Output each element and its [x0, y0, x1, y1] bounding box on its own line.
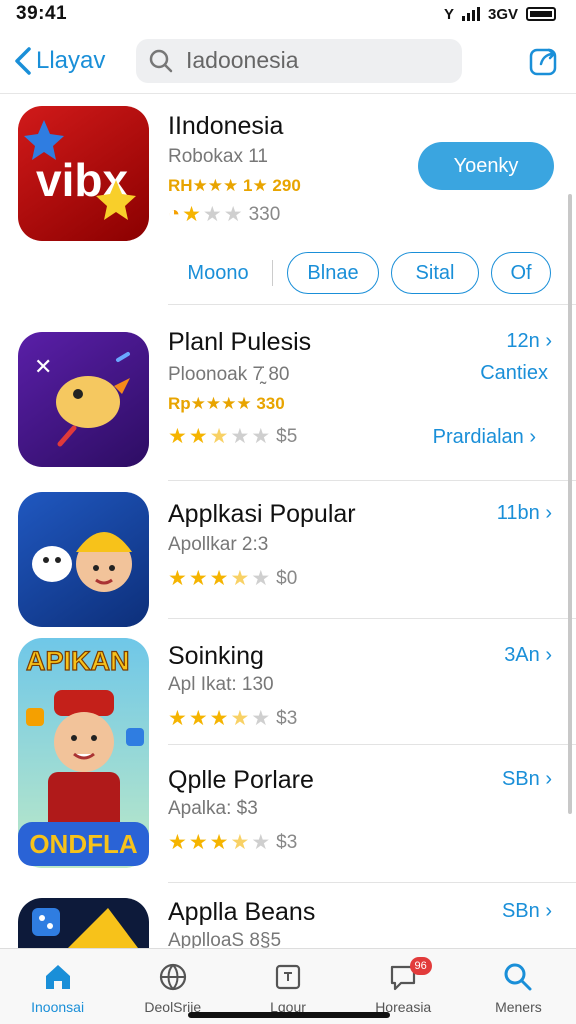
carrier-text: Y — [443, 5, 454, 23]
chip-plain[interactable]: Moono — [168, 262, 268, 285]
svg-text:✕: ✕ — [34, 355, 52, 380]
app-subtitle: Apalka: $3 — [168, 798, 258, 819]
back-button[interactable]: Llayav — [12, 46, 136, 76]
dark-game-icon — [18, 898, 149, 948]
status-time: 39:41 — [16, 3, 68, 24]
home-icon — [45, 965, 70, 989]
square-icon — [275, 964, 301, 990]
rating-value: $0 — [276, 567, 298, 589]
star-rating: ★ ★ ★ ★ ★ $3 — [168, 707, 298, 730]
tab-label: Inoonsai — [31, 999, 85, 1015]
chevron-left-icon — [15, 46, 31, 75]
app-title: IIndonesia — [168, 112, 284, 140]
signal-icon — [461, 7, 480, 21]
app-list[interactable]: vibx IIndonesia Robokax 11 RH★★★ 1★ 290 … — [0, 94, 576, 948]
app-size-link[interactable]: SBn › — [502, 768, 552, 791]
app-row[interactable]: Applkasi Popular Apollkar 2:3 ★ ★ ★ ★ ★ $0 1… — [0, 492, 576, 627]
app-link[interactable]: Cantiex — [480, 362, 548, 385]
chip-of[interactable]: Of — [491, 252, 551, 294]
rating-value: $3 — [276, 831, 298, 853]
app-title: Applkasi Popular — [168, 500, 356, 528]
divider — [168, 882, 576, 883]
cartoon-characters-icon — [18, 492, 149, 627]
divider — [168, 744, 576, 745]
app-row[interactable]: ✕ Planl Pulesis Ploonoak 7̰̇ 80 Rp★★★★ 3… — [0, 328, 576, 472]
app-title: Qplle Porlare — [168, 766, 314, 794]
app-row[interactable]: Applla Beans ApplloaS 8§5 SBn › — [0, 898, 576, 948]
status-indicators: Y 3GV — [444, 6, 556, 23]
home-indicator — [188, 1012, 390, 1018]
tab-label: Meners — [495, 999, 542, 1015]
app-title: Applla Beans — [168, 898, 316, 926]
search-field[interactable] — [136, 38, 462, 83]
star-rating: ★ ★ ★ ★ ★ $5 — [168, 425, 298, 448]
app-subtitle: Apl Ikat: 130 — [168, 674, 274, 695]
share-icon — [529, 48, 557, 75]
featured-app[interactable]: vibx IIndonesia Robokax 11 RH★★★ 1★ 290 … — [0, 106, 576, 306]
search-icon — [149, 49, 173, 72]
rating-value: 330 — [248, 203, 281, 225]
battery-icon — [526, 7, 556, 21]
rating-badge-icon: ◔ — [168, 203, 181, 225]
ondfla-label: ONDFLA — [18, 822, 149, 866]
search-input[interactable] — [186, 47, 446, 74]
chip-sital[interactable]: Sital — [391, 252, 479, 294]
rating-value: $5 — [276, 425, 298, 447]
get-button[interactable]: Yoenky — [418, 142, 554, 190]
app-subtitle: Ploonoak 7̰̇ 80 — [168, 364, 290, 385]
star-rating: ★ ★ ★ ★ ★ $3 — [168, 831, 298, 854]
cartoon-bird-icon: ✕ — [18, 332, 149, 467]
vibx-star-icon: vibx — [18, 106, 149, 241]
app-title: Planl Pulesis — [168, 328, 312, 356]
tab-home[interactable]: Inoonsai — [0, 949, 115, 1024]
divider — [168, 304, 576, 305]
chip-blnae[interactable]: Blnae — [287, 252, 379, 294]
scrollbar[interactable] — [568, 194, 572, 814]
app-size-link[interactable]: 3An › — [504, 644, 552, 667]
app-size-link[interactable]: SBn › — [502, 900, 552, 923]
star-rating: ★ ★ ★ ★ ★ $0 — [168, 567, 298, 590]
app-subtitle: ApplloaS 8§5 — [168, 930, 282, 948]
app-subtitle: Robokax 11 — [168, 146, 268, 167]
app-size-link[interactable]: 12n › — [506, 330, 552, 353]
tab-bar: Inoonsai DeolSriie Lqour 96 Horeasia Men… — [0, 948, 576, 1024]
app-rank: RH★★★ 1★ 290 — [168, 176, 301, 195]
app-link-secondary[interactable]: Prardialan › — [433, 426, 536, 449]
status-bar: 39:41 Y 3GV — [0, 0, 576, 28]
star-rating: ◔ ★ ★ ★ 330 — [168, 203, 281, 226]
tab-search[interactable]: Meners — [461, 949, 576, 1024]
network-text: 3GV — [487, 5, 518, 23]
globe-icon — [159, 963, 186, 991]
app-subtitle: Apollkar 2:3 — [168, 534, 269, 555]
search-icon — [504, 963, 532, 991]
chip-row: Moono Blnae Sital Of — [168, 252, 563, 294]
app-title: Soinking — [168, 642, 264, 670]
chip-divider — [272, 260, 273, 286]
navigation-bar: Llayav — [0, 28, 576, 94]
app-size-link[interactable]: 11bn › — [497, 502, 552, 525]
app-rank: Rp★★★★ 330 — [168, 394, 285, 413]
notification-badge: 96 — [409, 957, 432, 975]
share-button[interactable] — [524, 41, 564, 81]
divider — [168, 618, 576, 619]
rating-value: $3 — [276, 707, 298, 729]
divider — [168, 480, 576, 481]
back-label: Llayav — [36, 46, 106, 74]
